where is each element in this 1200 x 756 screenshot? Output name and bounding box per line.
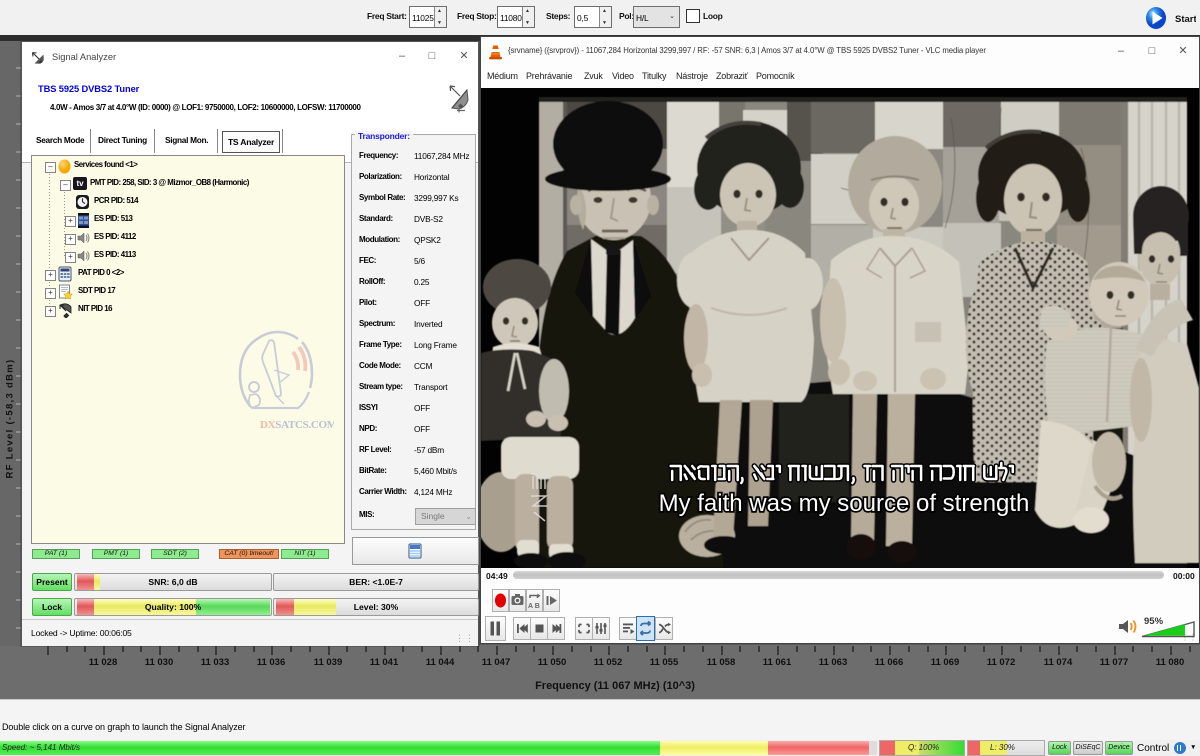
svg-text:My faith was my source of stre: My faith was my source of strength	[659, 490, 1030, 517]
svg-text:95%: 95%	[1144, 616, 1164, 627]
svg-text:A B: A B	[528, 603, 540, 610]
svg-text:Start: Start	[1175, 14, 1196, 25]
svg-text:DXSATCS.COM: DXSATCS.COM	[260, 419, 334, 431]
